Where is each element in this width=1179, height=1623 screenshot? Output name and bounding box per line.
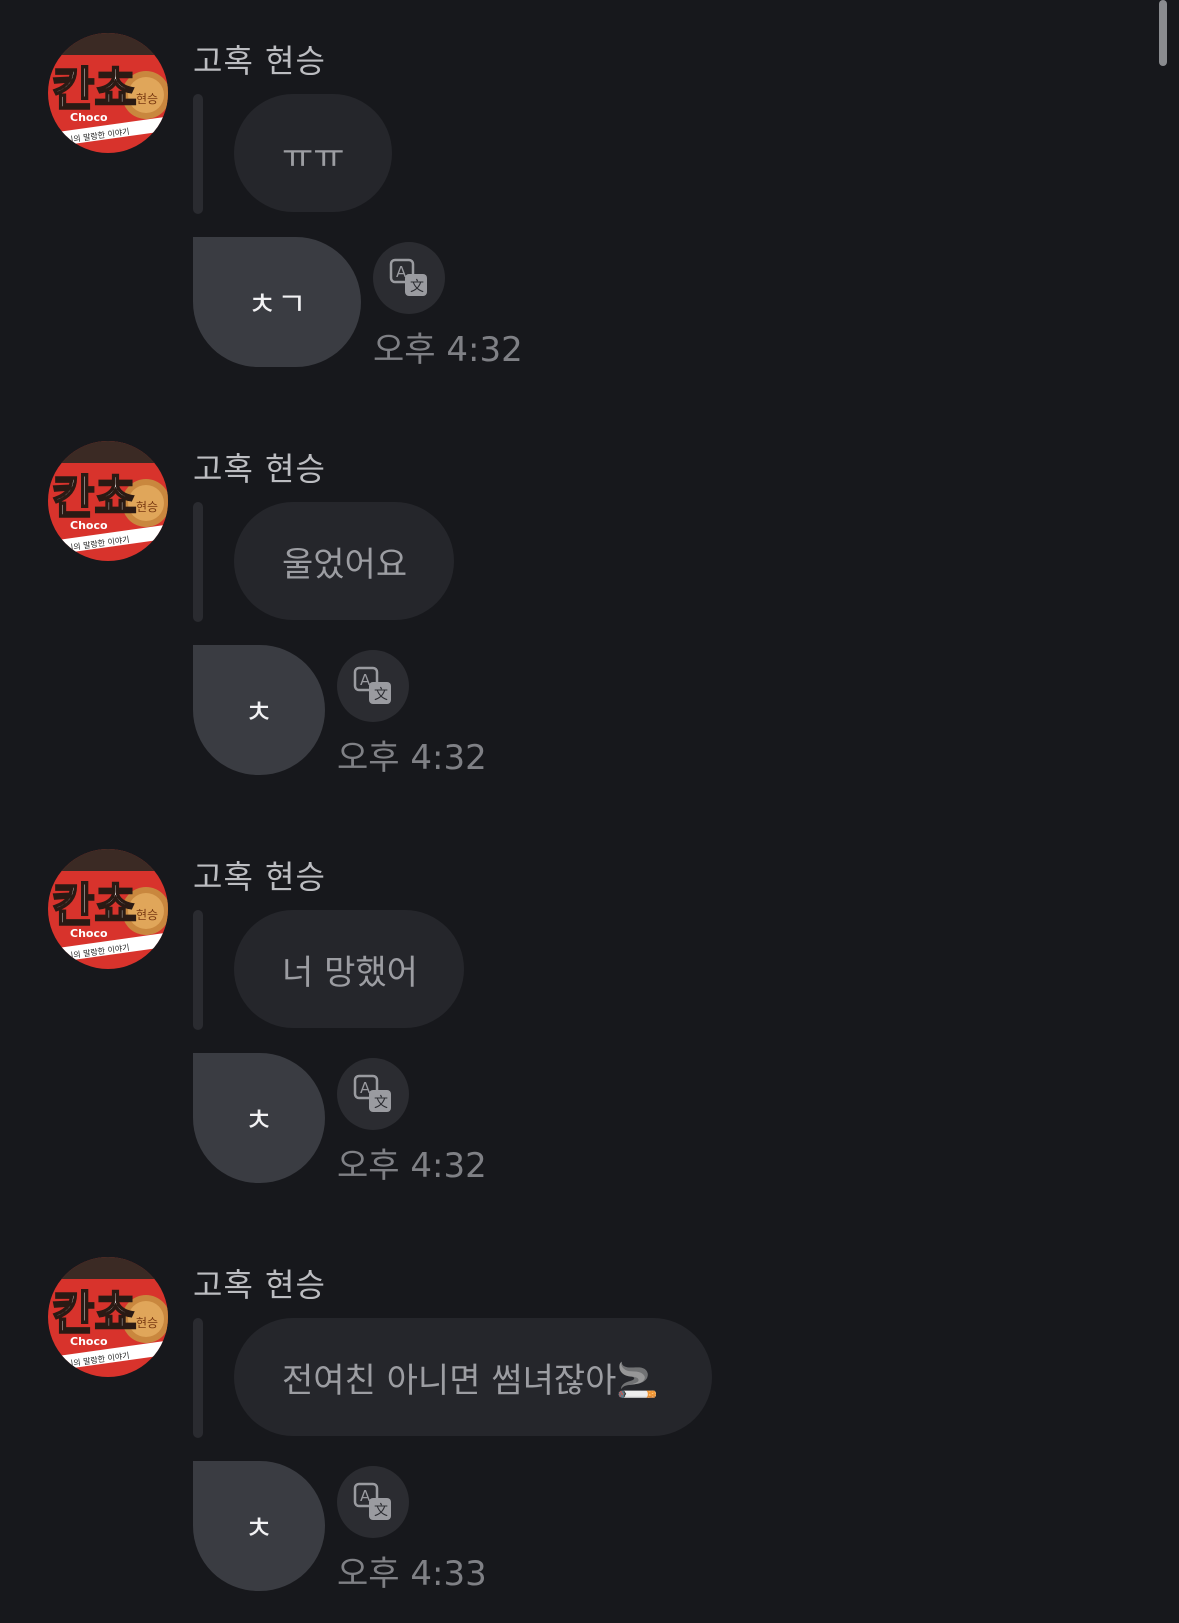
message-time: 오후 4:32 bbox=[337, 1146, 487, 1186]
avatar[interactable]: 칸쵸 Choco 코니의 말랑한 이야기 현승 bbox=[48, 1257, 168, 1377]
message-time: 오후 4:33 bbox=[337, 1554, 487, 1594]
translate-icon: A 文 bbox=[389, 258, 427, 296]
sender-name: 고혹 현승 bbox=[193, 450, 326, 488]
avatar[interactable]: 칸쵸 Choco 코니의 말랑한 이야기 현승 bbox=[48, 849, 168, 969]
kancho-logo-avatar-image: 칸쵸 Choco 코니의 말랑한 이야기 현승 bbox=[48, 849, 168, 969]
svg-text:Choco: Choco bbox=[70, 519, 108, 532]
svg-text:文: 文 bbox=[374, 1503, 388, 1519]
translate-button[interactable]: A 文 bbox=[337, 1058, 409, 1130]
message-group: 칸쵸 Choco 코니의 말랑한 이야기 현승 고혹 현승 전여친 아니면 썸녀… bbox=[0, 1224, 1179, 1604]
translate-button[interactable]: A 文 bbox=[373, 242, 445, 314]
message-bubble[interactable]: ㅊ bbox=[193, 645, 325, 775]
message-time: 오후 4:32 bbox=[337, 738, 487, 778]
reply-quote-bar bbox=[193, 910, 203, 1030]
reply-quote-bar bbox=[193, 94, 203, 214]
message-time: 오후 4:32 bbox=[373, 330, 523, 370]
translate-icon: A 文 bbox=[353, 1482, 391, 1520]
sender-name: 고혹 현승 bbox=[193, 858, 326, 896]
svg-text:文: 文 bbox=[374, 687, 388, 703]
avatar[interactable]: 칸쵸 Choco 코니의 말랑한 이야기 현승 bbox=[48, 441, 168, 561]
svg-text:文: 文 bbox=[410, 279, 424, 295]
translate-icon: A 文 bbox=[353, 1074, 391, 1112]
reply-quote-bar bbox=[193, 502, 203, 622]
chat-view: 칸쵸 Choco 코니의 말랑한 이야기 현승 고혹 현승 ㅠㅠ ㅊㄱ A 文 … bbox=[0, 0, 1179, 1623]
reply-quote-bar bbox=[193, 1318, 203, 1438]
svg-text:칸쵸: 칸쵸 bbox=[52, 1286, 137, 1340]
sender-name: 고혹 현승 bbox=[193, 42, 326, 80]
svg-text:칸쵸: 칸쵸 bbox=[52, 878, 137, 932]
message-bubble[interactable]: ㅊ bbox=[193, 1461, 325, 1591]
kancho-logo-avatar-image: 칸쵸 Choco 코니의 말랑한 이야기 현승 bbox=[48, 441, 168, 561]
svg-text:칸쵸: 칸쵸 bbox=[52, 470, 137, 524]
message-bubble[interactable]: ㅊㄱ bbox=[193, 237, 361, 367]
svg-text:Choco: Choco bbox=[70, 111, 108, 124]
kancho-logo-avatar-image: 칸쵸 Choco 코니의 말랑한 이야기 현승 bbox=[48, 33, 168, 153]
quoted-message[interactable]: 너 망했어 bbox=[234, 910, 464, 1028]
svg-text:현승: 현승 bbox=[136, 92, 158, 106]
message-group: 칸쵸 Choco 코니의 말랑한 이야기 현승 고혹 현승 ㅠㅠ ㅊㄱ A 文 … bbox=[0, 0, 1179, 380]
kancho-logo-avatar-image: 칸쵸 Choco 코니의 말랑한 이야기 현승 bbox=[48, 1257, 168, 1377]
quoted-message[interactable]: 전여친 아니면 썸녀잖아🚬 bbox=[234, 1318, 712, 1436]
svg-text:칸쵸: 칸쵸 bbox=[52, 62, 137, 116]
svg-text:현승: 현승 bbox=[136, 908, 158, 922]
quoted-message[interactable]: 울었어요 bbox=[234, 502, 454, 620]
svg-text:文: 文 bbox=[374, 1095, 388, 1111]
message-bubble[interactable]: ㅊ bbox=[193, 1053, 325, 1183]
translate-button[interactable]: A 文 bbox=[337, 1466, 409, 1538]
message-group: 칸쵸 Choco 코니의 말랑한 이야기 현승 고혹 현승 너 망했어 ㅊ A … bbox=[0, 816, 1179, 1196]
message-group: 칸쵸 Choco 코니의 말랑한 이야기 현승 고혹 현승 울었어요 ㅊ A 文… bbox=[0, 408, 1179, 788]
svg-text:Choco: Choco bbox=[70, 1335, 108, 1348]
svg-text:현승: 현승 bbox=[136, 1316, 158, 1330]
svg-text:Choco: Choco bbox=[70, 927, 108, 940]
quoted-message[interactable]: ㅠㅠ bbox=[234, 94, 392, 212]
avatar[interactable]: 칸쵸 Choco 코니의 말랑한 이야기 현승 bbox=[48, 33, 168, 153]
translate-button[interactable]: A 文 bbox=[337, 650, 409, 722]
sender-name: 고혹 현승 bbox=[193, 1266, 326, 1304]
svg-text:현승: 현승 bbox=[136, 500, 158, 514]
translate-icon: A 文 bbox=[353, 666, 391, 704]
